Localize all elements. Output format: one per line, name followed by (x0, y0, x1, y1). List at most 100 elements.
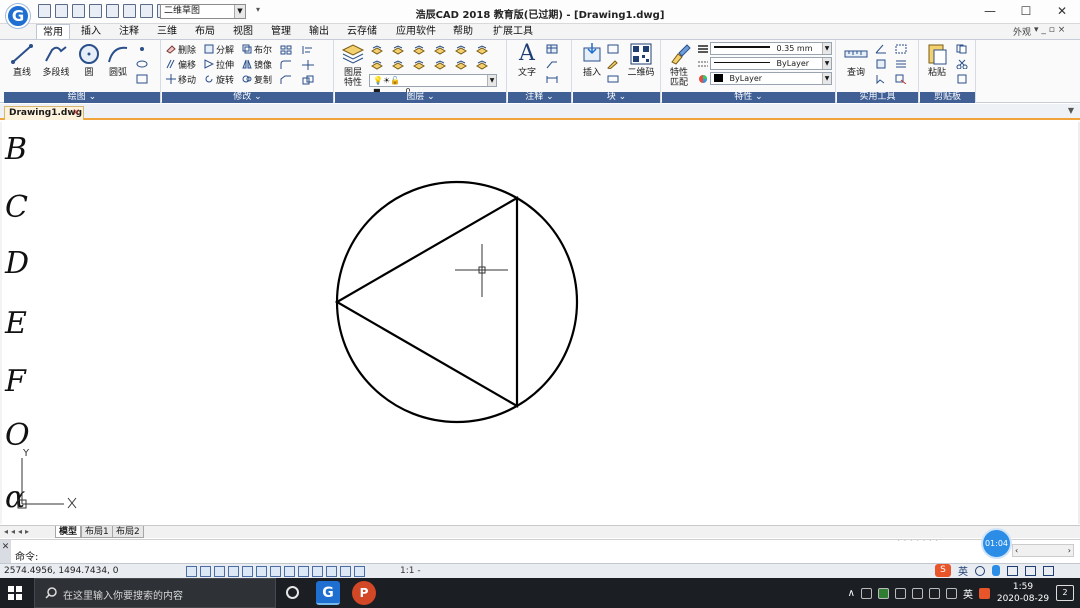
list-icon[interactable] (895, 59, 907, 69)
tab-cloud-storage[interactable]: 云存储 (340, 24, 384, 39)
chevron-down-icon[interactable]: ▼ (1068, 106, 1074, 115)
layer-properties-button[interactable]: 图层 特性 (339, 42, 367, 88)
document-tab[interactable]: Drawing1.dwg ✕ (4, 106, 84, 120)
select-icon[interactable] (875, 74, 887, 84)
explode-button[interactable]: 分解 (204, 44, 234, 57)
move-button[interactable]: 移动 (166, 74, 196, 87)
tab-layout[interactable]: 布局 (188, 24, 222, 39)
app-logo-icon[interactable]: G (6, 4, 30, 28)
notification-center-button[interactable]: 2 (1056, 585, 1074, 601)
ribbon-mini-controls[interactable]: ▾ _ ▫ × (1034, 25, 1065, 35)
microphone-icon[interactable] (992, 565, 1000, 576)
task-view-icon[interactable] (286, 586, 299, 599)
leader-icon[interactable] (546, 59, 558, 69)
tab-layout1[interactable]: 布局1 (81, 526, 113, 538)
mirror-button[interactable]: 镜像 (242, 59, 272, 72)
tab-annotate[interactable]: 注释 (112, 24, 146, 39)
tray-ime-label[interactable]: 英 (963, 586, 973, 601)
create-block-icon[interactable] (607, 44, 619, 54)
polyline-button[interactable]: 多段线 (38, 42, 74, 78)
layer-unlock-icon[interactable] (434, 60, 446, 70)
tab-home[interactable]: 常用 (36, 24, 70, 39)
tab-output[interactable]: 输出 (302, 24, 336, 39)
area-icon[interactable] (895, 44, 907, 54)
network-icon[interactable] (929, 587, 940, 599)
snap-toggle-icon[interactable] (186, 566, 197, 577)
toolbox-icon[interactable] (1043, 565, 1054, 576)
maximize-button[interactable]: ☐ (1008, 0, 1044, 22)
copy-base-icon[interactable] (956, 74, 968, 84)
grid-toggle-icon[interactable] (200, 566, 211, 577)
chamfer-icon[interactable] (280, 75, 292, 85)
color-dropdown[interactable]: ByLayer ▼ (710, 72, 832, 85)
ortho-toggle-icon[interactable] (214, 566, 225, 577)
command-scrollbar[interactable]: ‹ › (1012, 544, 1074, 557)
angle-icon[interactable] (875, 44, 887, 54)
tab-3d[interactable]: 三维 (150, 24, 184, 39)
trim-icon[interactable] (302, 60, 314, 70)
block-panel-label[interactable]: 块 ⌄ (573, 92, 660, 103)
erase-button[interactable]: 删除 (166, 44, 196, 57)
sogou-tray-icon[interactable] (979, 587, 990, 599)
fillet-icon[interactable] (280, 60, 292, 70)
appearance-menu[interactable]: 外观 (1013, 25, 1031, 38)
layer-thaw-icon[interactable] (413, 60, 425, 70)
keyboard-icon[interactable] (1007, 565, 1018, 576)
properties-panel-label[interactable]: 特性 ⌄ (662, 92, 835, 103)
arc-button[interactable]: 圆弧 (104, 42, 132, 78)
selection-cycle-icon[interactable] (326, 566, 337, 577)
array-icon[interactable] (280, 45, 292, 55)
tab-applications[interactable]: 应用软件 (390, 24, 442, 39)
scale-icon[interactable] (302, 75, 314, 85)
powerpoint-taskbar-icon[interactable]: P (352, 581, 376, 605)
tray-expand-icon[interactable]: ∧ (848, 588, 855, 599)
tab-help[interactable]: 帮助 (446, 24, 480, 39)
layer-lock-icon[interactable] (434, 45, 446, 55)
scissors-icon[interactable] (956, 59, 968, 69)
circle-button[interactable]: 圆 (76, 42, 102, 78)
tab-view[interactable]: 视图 (226, 24, 260, 39)
sogou-ime-icon[interactable]: S (935, 564, 951, 577)
layer-dropdown[interactable]: 💡☀🔓■ 0 ▼ (369, 74, 497, 96)
layer-walk-icon[interactable] (476, 60, 488, 70)
ime-punct-icon[interactable] (975, 565, 985, 576)
tab-model[interactable]: 模型 (55, 526, 82, 538)
tab-extensions[interactable]: 扩展工具 (486, 24, 540, 39)
tray-app-icon-3[interactable] (895, 587, 906, 599)
text-button[interactable]: A 文字 (512, 42, 542, 79)
lineweight-dropdown[interactable]: 0.35 mm ▼ (710, 42, 832, 55)
modify-panel-label[interactable]: 修改 ⌄ (162, 92, 333, 103)
copy-clip-icon[interactable] (956, 44, 968, 54)
command-close-button[interactable]: ✕ (0, 540, 11, 564)
tray-app-icon-1[interactable] (861, 587, 872, 599)
annotation-monitor-icon[interactable] (340, 566, 351, 577)
paste-button[interactable]: 粘贴 (922, 42, 952, 78)
layer-isolate-icon[interactable] (392, 45, 404, 55)
osnap-toggle-icon[interactable] (242, 566, 253, 577)
edit-block-icon[interactable] (607, 59, 619, 69)
qrcode-button[interactable]: 二维码 (625, 42, 657, 78)
layers-panel-label[interactable]: 图层 ⌄ (335, 92, 506, 103)
model-space-icon[interactable] (354, 566, 365, 577)
point-icon[interactable] (136, 44, 148, 54)
taskbar-clock[interactable]: 1:59 2020-08-29 (996, 581, 1050, 605)
ime-lang-label[interactable]: 英 (958, 563, 968, 578)
rotate-button[interactable]: 旋转 (204, 74, 234, 87)
query-button[interactable]: 查询 (841, 42, 871, 78)
layer-unisolate-icon[interactable] (392, 60, 404, 70)
boolean-button[interactable]: 布尔 (242, 44, 272, 57)
offset-button[interactable]: 偏移 (166, 59, 196, 72)
dyn-toggle-icon[interactable] (284, 566, 295, 577)
recording-timer-badge[interactable]: 01:04 (983, 530, 1010, 557)
quick-select-icon[interactable] (895, 74, 907, 84)
attribute-icon[interactable] (607, 74, 619, 84)
layout-nav-arrows[interactable]: ◂◂◂▸ (4, 527, 32, 536)
ducs-toggle-icon[interactable] (270, 566, 281, 577)
calculator-icon[interactable] (875, 59, 887, 69)
tab-insert[interactable]: 插入 (74, 24, 108, 39)
drawn-triangle[interactable] (334, 196, 519, 408)
annotation-scale[interactable]: 1:1 - (400, 566, 421, 576)
drawing-canvas[interactable]: B C D E F O α Y (0, 122, 1080, 524)
battery-icon[interactable] (912, 587, 923, 599)
match-properties-button[interactable]: 特性 匹配 (664, 42, 694, 88)
